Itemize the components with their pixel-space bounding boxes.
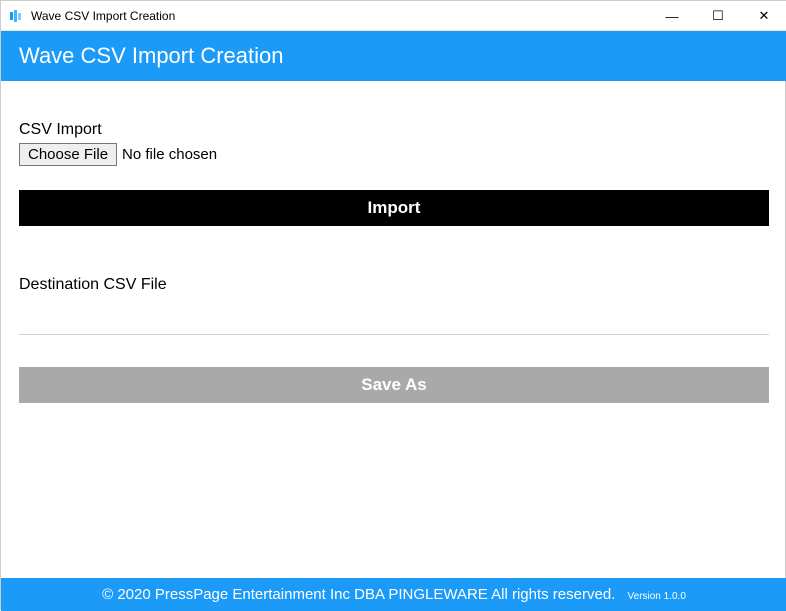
page-title: Wave CSV Import Creation — [19, 43, 284, 68]
save-as-button[interactable]: Save As — [19, 367, 769, 403]
footer: © 2020 PressPage Entertainment Inc DBA P… — [1, 578, 786, 611]
choose-file-button[interactable]: Choose File — [19, 143, 117, 166]
maximize-button[interactable]: ☐ — [695, 1, 741, 31]
window-title: Wave CSV Import Creation — [31, 9, 649, 23]
window-controls: — ☐ ✕ — [649, 1, 786, 30]
footer-version: Version 1.0.0 — [628, 591, 686, 602]
destination-label: Destination CSV File — [19, 276, 769, 294]
csv-import-label: CSV Import — [19, 121, 769, 139]
app-icon — [9, 8, 25, 24]
import-button[interactable]: Import — [19, 190, 769, 226]
file-input-row: Choose File No file chosen — [19, 143, 769, 166]
close-button[interactable]: ✕ — [741, 1, 786, 31]
page-header: Wave CSV Import Creation — [1, 31, 786, 81]
titlebar: Wave CSV Import Creation — ☐ ✕ — [1, 1, 786, 31]
footer-copyright: © 2020 PressPage Entertainment Inc DBA P… — [102, 586, 615, 603]
main-content: CSV Import Choose File No file chosen Im… — [1, 81, 786, 575]
destination-input[interactable] — [19, 306, 769, 335]
file-status-text: No file chosen — [122, 146, 217, 163]
minimize-button[interactable]: — — [649, 1, 695, 31]
